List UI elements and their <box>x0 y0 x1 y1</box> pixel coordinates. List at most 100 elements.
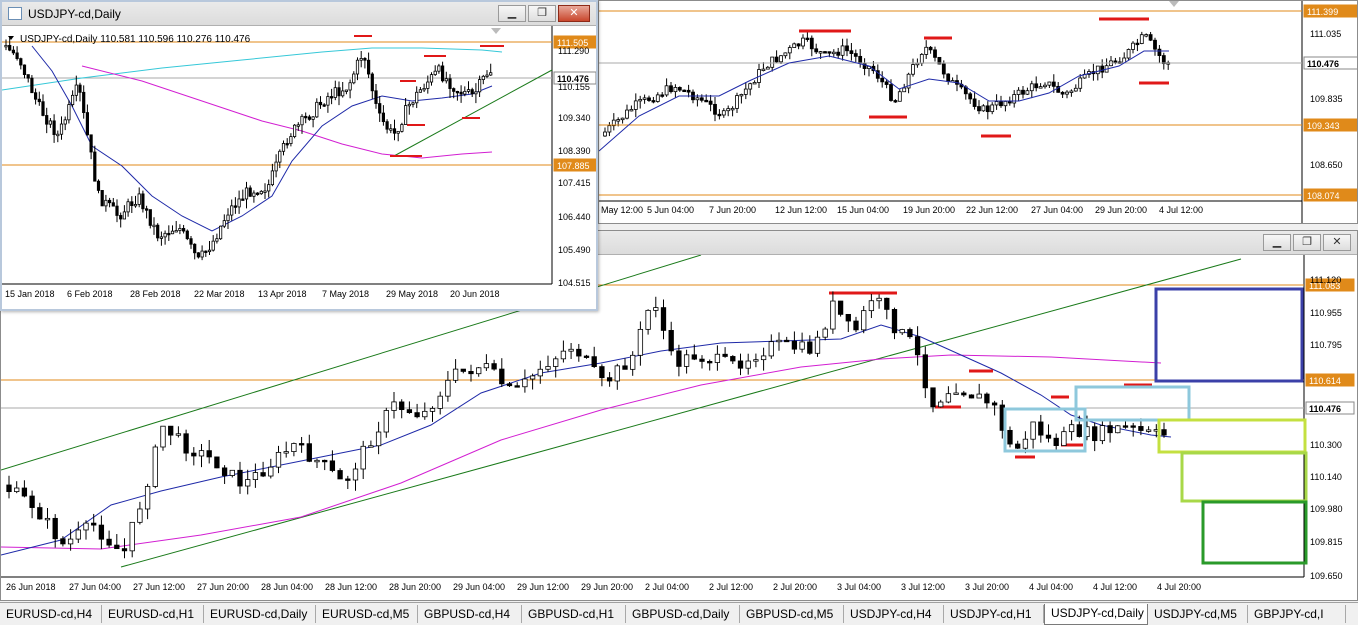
candle-body <box>911 64 915 75</box>
close-button[interactable]: ✕ <box>1323 234 1351 251</box>
candle-body <box>245 479 251 487</box>
chart-tab[interactable]: USDJPY-cd,H1 <box>944 605 1044 623</box>
candle-body <box>374 90 378 104</box>
candle-body <box>230 205 234 216</box>
candle-body <box>1043 84 1047 88</box>
candle-body <box>263 190 267 193</box>
price-axis-label: 111.120 <box>1310 275 1341 285</box>
candle-body <box>300 115 304 126</box>
maximize-button[interactable]: ❐ <box>528 5 556 22</box>
candle-body <box>1107 425 1113 434</box>
target-zone-1 <box>1157 418 1307 454</box>
time-axis-label: 22 Jun 12:00 <box>966 205 1018 215</box>
candle-body <box>1068 424 1075 433</box>
chart-window-h4[interactable]: 111.399 110.476 109.343 108.074 111.035 109.8… <box>598 0 1358 224</box>
time-axis-label: May 12:00 <box>601 205 643 215</box>
candle-body <box>677 87 682 91</box>
candle-body <box>37 98 41 103</box>
chart-window-daily[interactable]: USDJPY-cd,Daily ▁ ❐ ✕ 111.505 110.476 107.… <box>0 0 598 311</box>
candle-body <box>392 128 397 134</box>
candle-body <box>891 309 898 334</box>
candle-body <box>181 228 186 232</box>
candle-body <box>483 363 490 369</box>
candle-body <box>676 350 682 367</box>
candle-body <box>126 201 130 213</box>
candle-body <box>977 106 981 112</box>
candle-body <box>805 37 810 40</box>
candle-body <box>71 94 75 105</box>
candle-body <box>721 110 726 116</box>
candle-body <box>329 96 334 99</box>
candle-body <box>1038 421 1044 436</box>
candle-body <box>333 87 337 98</box>
candle-body <box>170 230 175 235</box>
candle-body <box>529 375 536 380</box>
chart-tab[interactable]: EURUSD-cd,M5 <box>316 605 418 623</box>
candle-body <box>809 37 814 50</box>
candle-body <box>784 339 790 343</box>
chart-tab[interactable]: USDJPY-cd,M5 <box>1148 605 1248 623</box>
candle-body <box>326 96 330 106</box>
candle-body <box>108 199 112 204</box>
chart-tab[interactable]: GBPUSD-cd,H4 <box>418 605 522 623</box>
chart-tab[interactable]: EURUSD-cd,Daily <box>204 605 316 623</box>
candle-body <box>994 101 999 106</box>
price-axis-label: 109.650 <box>1310 571 1343 581</box>
price-level-label: 110.614 <box>1309 376 1341 386</box>
candle-body <box>214 456 220 469</box>
candle-body <box>152 446 158 487</box>
candle-body <box>15 52 19 60</box>
candle-body <box>315 101 319 118</box>
candle-body <box>837 300 844 315</box>
chart-h4[interactable]: 111.399 110.476 109.343 108.074 111.035 109.8… <box>599 1 1358 224</box>
candle-body <box>1025 90 1030 95</box>
chart-menu-arrow-icon[interactable] <box>8 36 14 40</box>
candle-body <box>770 56 775 68</box>
candle-body <box>175 433 182 436</box>
candle-body <box>189 238 193 245</box>
candle-body <box>375 431 382 447</box>
chart-header: USDJPY-cd,Daily 110.581 110.596 110.276 … <box>20 34 251 45</box>
time-axis-label: 4 Jul 12:00 <box>1159 205 1203 215</box>
candle-body <box>976 393 982 399</box>
minimize-button[interactable]: ▁ <box>498 5 526 22</box>
chart-daily[interactable]: 111.505110.476107.885111.290110.155109.3… <box>2 26 596 309</box>
price-axis-label: 104.515 <box>558 278 591 288</box>
chart-tab[interactable]: USDJPY-cd,Daily <box>1044 604 1148 625</box>
candle-body <box>115 205 119 216</box>
candle-body <box>1099 425 1106 442</box>
candle-body <box>383 410 389 433</box>
candle-body <box>106 538 112 546</box>
candle-body <box>59 123 64 135</box>
chart-tab[interactable]: USDJPY-cd,H4 <box>844 605 944 623</box>
time-axis-label: 29 Jun 20:00 <box>581 582 633 592</box>
candle-body <box>961 392 967 396</box>
candle-body <box>85 112 89 136</box>
minimize-button[interactable]: ▁ <box>1263 234 1291 251</box>
candle-body <box>862 62 867 69</box>
candle-body <box>274 161 278 172</box>
chart-tab[interactable]: GBPUSD-cd,Daily <box>626 605 740 623</box>
candle-body <box>403 105 408 125</box>
candle-body <box>83 522 89 531</box>
chart-tab[interactable]: GBPUSD-cd,H1 <box>522 605 626 623</box>
candle-body <box>418 89 423 93</box>
candle-body <box>745 360 751 369</box>
candle-body <box>899 329 905 334</box>
window-titlebar-daily[interactable]: USDJPY-cd,Daily ▁ ❐ ✕ <box>2 2 596 26</box>
time-axis-label: 3 Jul 04:00 <box>837 582 881 592</box>
chart-tab[interactable]: GBPJPY-cd,I <box>1248 605 1346 623</box>
candle-body <box>477 79 482 93</box>
candle-body <box>298 443 305 446</box>
chart-tabs: EURUSD-cd,H4 EURUSD-cd,H1 EURUSD-cd,Daily E… <box>0 602 1358 625</box>
chart-tab[interactable]: GBPUSD-cd,M5 <box>740 605 844 623</box>
chart-tab[interactable]: EURUSD-cd,H4 <box>0 605 102 623</box>
candle-body <box>30 77 34 94</box>
candle-body <box>845 45 849 52</box>
maximize-button[interactable]: ❐ <box>1293 234 1321 251</box>
close-button[interactable]: ✕ <box>558 5 590 22</box>
chart-tab[interactable]: EURUSD-cd,H1 <box>102 605 204 623</box>
candle-body <box>267 184 271 192</box>
time-axis-label: 29 Jun 20:00 <box>1095 205 1147 215</box>
candle-body <box>818 51 823 54</box>
